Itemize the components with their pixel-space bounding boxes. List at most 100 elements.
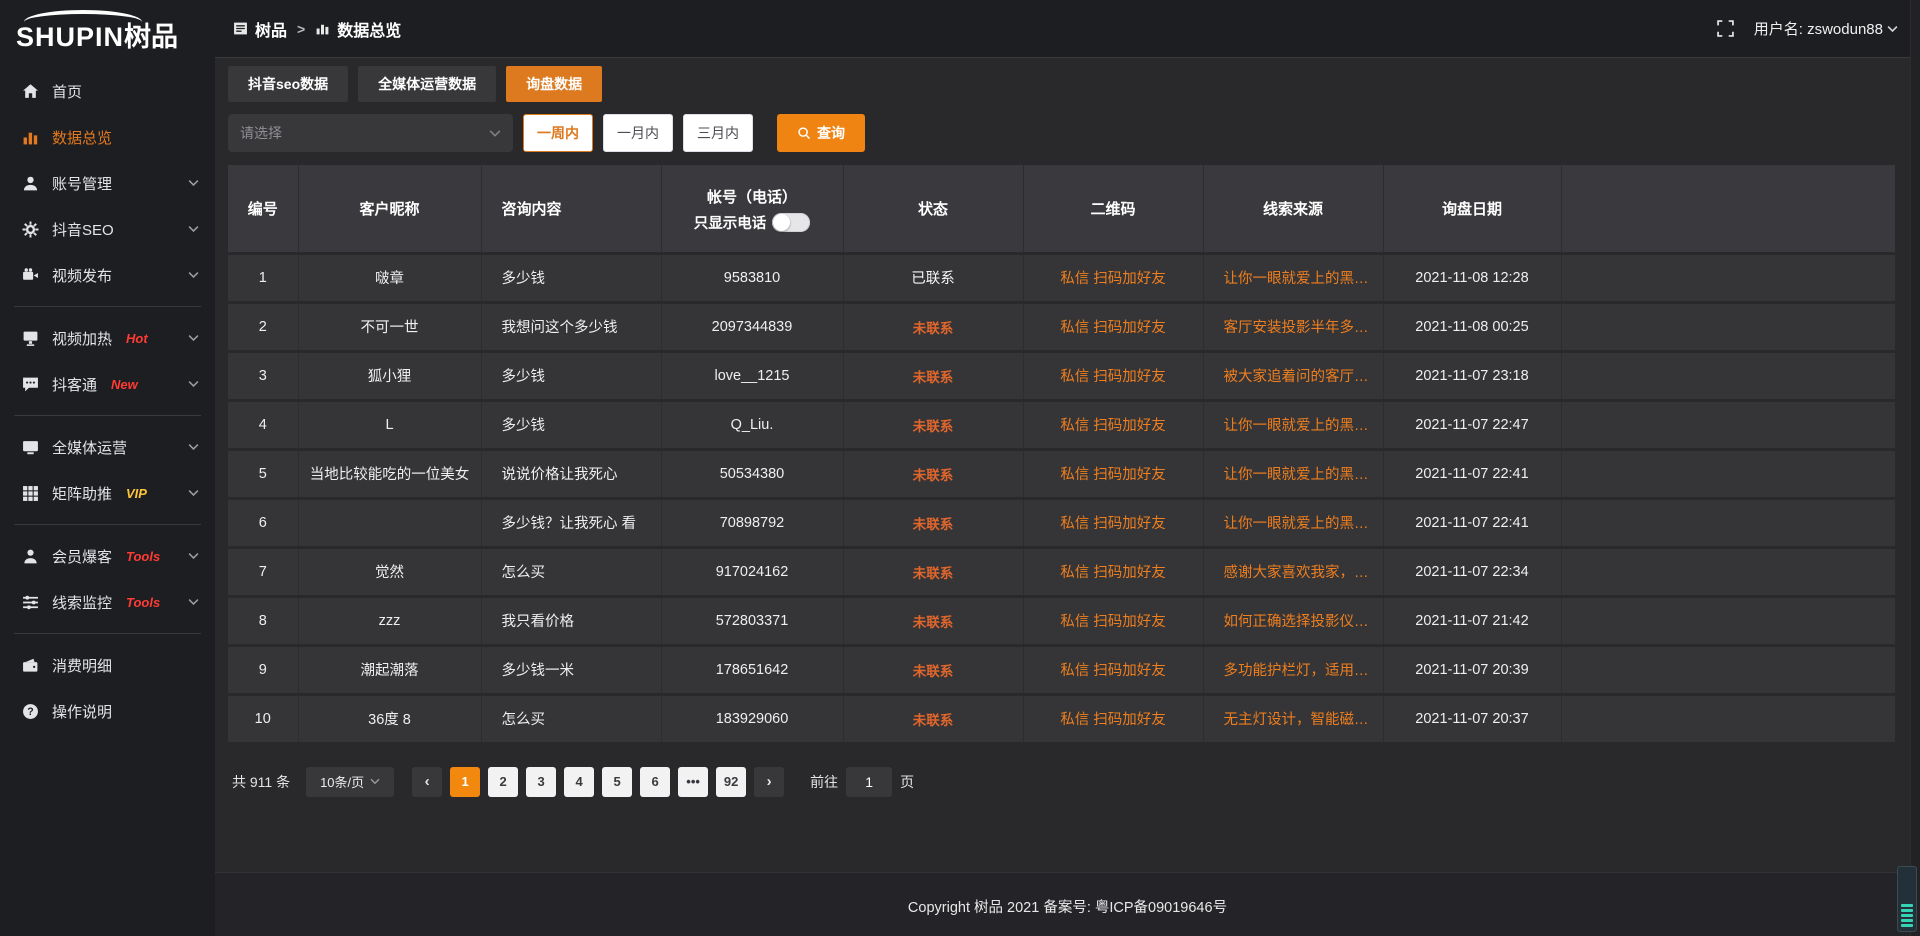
qrcode-link[interactable]: 私信 扫码加好友 (1023, 351, 1203, 400)
qrcode-link[interactable]: 私信 扫码加好友 (1023, 400, 1203, 449)
chevron-down-icon (188, 552, 199, 560)
phone-only-toggle[interactable] (772, 213, 810, 232)
sidebar-item-help[interactable]: ? 操作说明 (0, 688, 215, 734)
cell-filler (1561, 351, 1895, 400)
cell-account: 183929060 (661, 694, 843, 743)
source-link[interactable]: 多功能护栏灯，适用于乡村文... (1203, 645, 1383, 694)
sidebar-item-video-publish[interactable]: 视频发布 (0, 252, 215, 298)
person-icon (22, 548, 39, 565)
goto-suffix: 页 (900, 772, 914, 792)
qrcode-link[interactable]: 私信 扫码加好友 (1023, 498, 1203, 547)
next-page-button[interactable]: › (754, 767, 784, 797)
cell-content: 多少钱？让我死心 看 (481, 498, 661, 547)
breadcrumb-root[interactable]: 树品 (255, 17, 287, 41)
source-link[interactable]: 让你一眼就爱上的黑科技，能... (1203, 498, 1383, 547)
qrcode-link[interactable]: 私信 扫码加好友 (1023, 547, 1203, 596)
scrollbar[interactable] (1910, 0, 1920, 936)
sliders-icon (22, 594, 39, 611)
cell-no: 10 (228, 694, 298, 743)
qrcode-link[interactable]: 私信 扫码加好友 (1023, 449, 1203, 498)
page-button-6[interactable]: 6 (640, 767, 670, 797)
cell-filler (1561, 547, 1895, 596)
sidebar-item-matrix-boost[interactable]: 矩阵助推 VIP (0, 470, 215, 516)
table-row: 6 多少钱？让我死心 看 70898792 未联系 私信 扫码加好友 让你一眼就… (228, 498, 1895, 547)
page-button-2[interactable]: 2 (488, 767, 518, 797)
floating-widget[interactable] (1897, 866, 1917, 932)
table-row: 3 狐小狸 多少钱 love__1215 未联系 私信 扫码加好友 被大家追着问… (228, 351, 1895, 400)
prev-page-button[interactable]: ‹ (412, 767, 442, 797)
qrcode-link[interactable]: 私信 扫码加好友 (1023, 596, 1203, 645)
page-button-4[interactable]: 4 (564, 767, 594, 797)
chevron-down-icon (188, 334, 199, 342)
sidebar-item-spend-detail[interactable]: 消费明细 (0, 642, 215, 688)
sidebar-item-lead-monitor[interactable]: 线索监控 Tools (0, 579, 215, 625)
sidebar-item-label: 首页 (52, 81, 82, 102)
tab-inquiry-data[interactable]: 询盘数据 (506, 66, 602, 102)
tab-omnimedia-data[interactable]: 全媒体运营数据 (358, 66, 496, 102)
page-size-select[interactable]: 10条/页 (306, 767, 394, 797)
cell-date: 2021-11-07 23:18 (1383, 351, 1561, 400)
tab-douyin-seo-data[interactable]: 抖音seo数据 (228, 66, 348, 102)
page-ellipsis-button[interactable]: ••• (678, 767, 708, 797)
cell-account: 572803371 (661, 596, 843, 645)
cell-nickname: zzz (298, 596, 481, 645)
page-button-92[interactable]: 92 (716, 767, 746, 797)
search-button[interactable]: 查询 (777, 114, 865, 152)
account-select[interactable]: 请选择 (228, 114, 513, 152)
header-filler (1561, 165, 1895, 253)
cell-account: 9583810 (661, 253, 843, 302)
cell-content: 怎么买 (481, 694, 661, 743)
page-button-1[interactable]: 1 (450, 767, 480, 797)
sidebar-item-data-overview[interactable]: 数据总览 (0, 114, 215, 160)
user-menu[interactable]: 用户名: zswodun88 (1754, 18, 1898, 39)
source-link[interactable]: 客厅安装投影半年多了，真实... (1203, 302, 1383, 351)
fullscreen-icon[interactable] (1717, 20, 1734, 37)
source-link[interactable]: 如何正确选择投影仪，买投影... (1203, 596, 1383, 645)
cell-nickname: 36度 8 (298, 694, 481, 743)
header-date: 询盘日期 (1383, 165, 1561, 253)
cell-account: 50534380 (661, 449, 843, 498)
sidebar-item-doketong[interactable]: 抖客通 New (0, 361, 215, 407)
chevron-down-icon (188, 380, 199, 388)
qrcode-link[interactable]: 私信 扫码加好友 (1023, 302, 1203, 351)
page-button-3[interactable]: 3 (526, 767, 556, 797)
header-content: 咨询内容 (481, 165, 661, 253)
qrcode-link[interactable]: 私信 扫码加好友 (1023, 694, 1203, 743)
source-link[interactable]: 感谢大家喜欢我家，被问了好... (1203, 547, 1383, 596)
goto-page-input[interactable] (846, 767, 892, 797)
source-link[interactable]: 无主灯设计，智能磁吸轨道灯... (1203, 694, 1383, 743)
wallet-icon (22, 657, 39, 674)
range-week-button[interactable]: 一周内 (523, 114, 593, 152)
sidebar-item-video-heat[interactable]: 视频加热 Hot (0, 315, 215, 361)
logo: SHUPIN树品 (0, 0, 215, 58)
sidebar-item-douyin-seo[interactable]: 抖音SEO (0, 206, 215, 252)
sidebar-item-omnimedia[interactable]: 全媒体运营 (0, 424, 215, 470)
qrcode-link[interactable]: 私信 扫码加好友 (1023, 253, 1203, 302)
range-quarter-button[interactable]: 三月内 (683, 114, 753, 152)
range-month-button[interactable]: 一月内 (603, 114, 673, 152)
sidebar-item-account-mgmt[interactable]: 账号管理 (0, 160, 215, 206)
sidebar-item-member-burst[interactable]: 会员爆客 Tools (0, 533, 215, 579)
cell-content: 说说价格让我死心 (481, 449, 661, 498)
source-link[interactable]: 让你一眼就爱上的黑科技，能... (1203, 400, 1383, 449)
page-button-5[interactable]: 5 (602, 767, 632, 797)
source-link[interactable]: 被大家追着问的客厅投影分享... (1203, 351, 1383, 400)
sidebar-item-home[interactable]: 首页 (0, 68, 215, 114)
sidebar-item-label: 操作说明 (52, 701, 112, 722)
sidebar-item-label: 视频加热 (52, 328, 112, 349)
cell-no: 8 (228, 596, 298, 645)
sidebar-divider (14, 633, 201, 634)
cell-date: 2021-11-07 22:34 (1383, 547, 1561, 596)
qrcode-link[interactable]: 私信 扫码加好友 (1023, 645, 1203, 694)
breadcrumb: 树品 > 数据总览 (233, 17, 401, 41)
sidebar-divider (14, 306, 201, 307)
cell-account: Q_Liu. (661, 400, 843, 449)
table-row: 4 L 多少钱 Q_Liu. 未联系 私信 扫码加好友 让你一眼就爱上的黑科技，… (228, 400, 1895, 449)
cell-date: 2021-11-07 22:47 (1383, 400, 1561, 449)
topbar: 树品 > 数据总览 用户名: zswodun88 (215, 0, 1920, 58)
source-link[interactable]: 让你一眼就爱上的黑科技，能... (1203, 253, 1383, 302)
table-header-row: 编号 客户昵称 咨询内容 帐号（电话） 只显示电话 状态 二维码 线索来源 询盘… (228, 165, 1895, 253)
gear-icon (22, 221, 39, 238)
cell-nickname: 觉然 (298, 547, 481, 596)
source-link[interactable]: 让你一眼就爱上的黑科技，能... (1203, 449, 1383, 498)
